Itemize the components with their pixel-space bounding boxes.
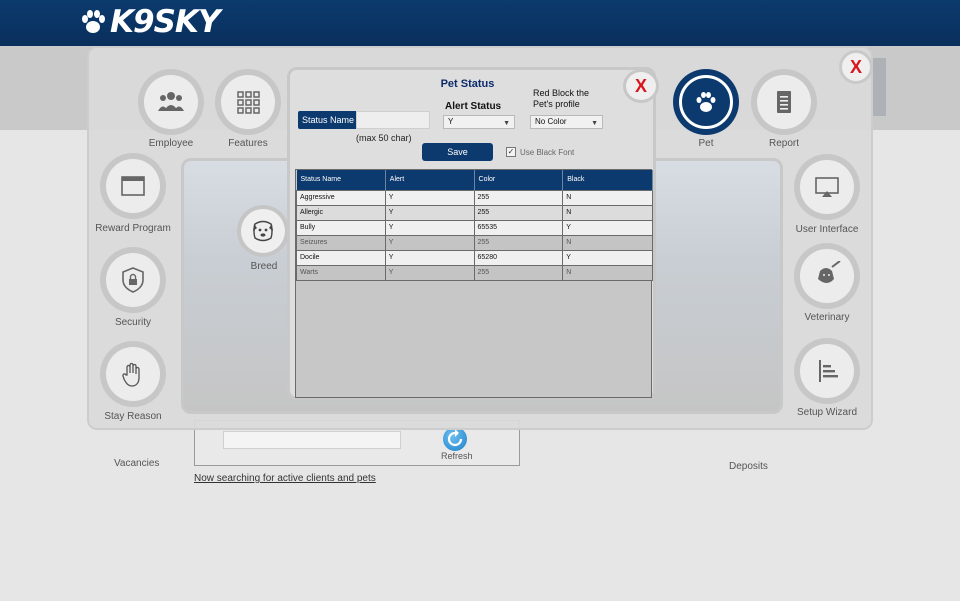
cell-black: N (562, 234, 653, 251)
document-icon (777, 91, 791, 113)
paw-logo-icon (82, 10, 105, 33)
table-row[interactable]: Aggressive Y 255 N (296, 189, 653, 206)
cell-status-name: Bully (296, 219, 386, 236)
reward-program-label: Reward Program (95, 223, 171, 234)
chevron-down-icon: ▼ (591, 120, 598, 127)
stay-reason-button[interactable] (100, 341, 166, 407)
deposits-label[interactable]: Deposits (729, 461, 768, 472)
cell-alert: Y (384, 249, 475, 266)
chevron-down-icon: ▼ (503, 120, 510, 127)
table-row[interactable]: Bully Y 65535 Y (296, 219, 653, 236)
user-interface-label: User Interface (795, 224, 859, 235)
alert-status-title: Alert Status (445, 101, 502, 112)
cell-color: 255 (473, 234, 564, 251)
cell-status-name: Seizures (296, 234, 386, 251)
cell-color: 65535 (473, 219, 564, 236)
cell-black: Y (562, 219, 653, 236)
table-row[interactable]: Allergic Y 255 N (296, 204, 653, 221)
table-header-row: Status Name Alert Color Black (296, 170, 653, 190)
cell-status-name: Allergic (296, 204, 386, 221)
app-logo[interactable]: K9SKY (78, 4, 220, 40)
refresh-icon[interactable] (443, 427, 467, 451)
status-name-input[interactable] (356, 111, 430, 129)
status-name-label: Status Name (298, 111, 358, 129)
paw-icon (696, 92, 716, 112)
checkmark-icon: ✓ (506, 147, 516, 157)
vacancies-label[interactable]: Vacancies (114, 458, 159, 469)
table-row[interactable]: Warts Y 255 N (296, 264, 653, 281)
cell-alert: Y (384, 189, 475, 206)
use-black-font-checkbox[interactable]: ✓ Use Black Font (506, 147, 574, 157)
hand-icon (122, 362, 140, 387)
bars-icon (819, 360, 838, 382)
refresh-label: Refresh (441, 451, 473, 461)
security-button[interactable] (100, 247, 166, 313)
employee-button[interactable] (138, 69, 204, 135)
cell-status-name: Aggressive (296, 189, 386, 206)
logo-text: K9SKY (110, 4, 220, 40)
veterinary-button[interactable] (794, 243, 860, 309)
background-scroll-strip (872, 58, 886, 116)
shield-lock-icon (122, 267, 144, 293)
dog-syringe-icon (818, 261, 841, 283)
reward-program-button[interactable] (100, 153, 166, 219)
report-button[interactable] (751, 69, 817, 135)
cell-color: 255 (473, 264, 564, 281)
red-block-title: Red Block the Pet's profile (533, 88, 590, 109)
cell-black: Y (562, 249, 653, 266)
client-search-input[interactable] (223, 431, 401, 449)
cell-black: N (562, 189, 653, 206)
stay-reason-label: Stay Reason (104, 411, 162, 422)
dog-face-icon (253, 220, 273, 242)
cell-color: 65280 (473, 249, 564, 266)
cell-alert: Y (384, 234, 475, 251)
save-button[interactable]: Save (422, 143, 493, 161)
people-icon (158, 92, 184, 111)
security-label: Security (114, 317, 152, 328)
table-row[interactable]: Seizures Y 255 N (296, 234, 653, 251)
breed-button[interactable] (237, 205, 289, 257)
refresh-arrow-icon (447, 429, 463, 447)
table-row[interactable]: Docile Y 65280 Y (296, 249, 653, 266)
pet-status-dialog: X Pet Status Status Name (max 50 char) A… (287, 67, 659, 400)
column-header-black[interactable]: Black (562, 170, 653, 190)
veterinary-label: Veterinary (804, 312, 850, 323)
cell-alert: Y (384, 219, 475, 236)
setup-wizard-button[interactable] (794, 338, 860, 404)
cell-black: N (562, 204, 653, 221)
grid-icon (237, 91, 260, 114)
column-header-color[interactable]: Color (474, 170, 564, 190)
pet-status-table: Status Name Alert Color Black Aggressive… (295, 169, 653, 398)
report-label: Report (768, 138, 799, 149)
cell-color: 255 (473, 189, 564, 206)
window-icon (121, 176, 145, 196)
pet-button[interactable] (673, 69, 739, 135)
cell-alert: Y (384, 264, 475, 281)
monitor-icon (815, 177, 839, 197)
column-header-status-name[interactable]: Status Name (296, 170, 386, 190)
features-button[interactable] (215, 69, 281, 135)
max-length-hint: (max 50 char) (356, 133, 412, 143)
color-select[interactable]: No Color ▼ (530, 115, 603, 129)
color-select-value: No Color (535, 117, 567, 126)
search-status-link[interactable]: Now searching for active clients and pet… (194, 473, 376, 484)
column-header-alert[interactable]: Alert (385, 170, 475, 190)
alert-status-select[interactable]: Y ▼ (443, 115, 515, 129)
cell-black: N (562, 264, 653, 281)
panel-close-button[interactable]: X (839, 50, 873, 84)
setup-wizard-label: Setup Wizard (796, 407, 858, 418)
user-interface-button[interactable] (794, 154, 860, 220)
cell-color: 255 (473, 204, 564, 221)
cell-status-name: Docile (296, 249, 386, 266)
cell-alert: Y (384, 204, 475, 221)
alert-status-value: Y (448, 117, 454, 126)
use-black-font-label: Use Black Font (520, 147, 575, 157)
breed-label: Breed (250, 261, 278, 272)
cell-status-name: Warts (296, 264, 386, 281)
top-header-bar: K9SKY (0, 0, 960, 46)
